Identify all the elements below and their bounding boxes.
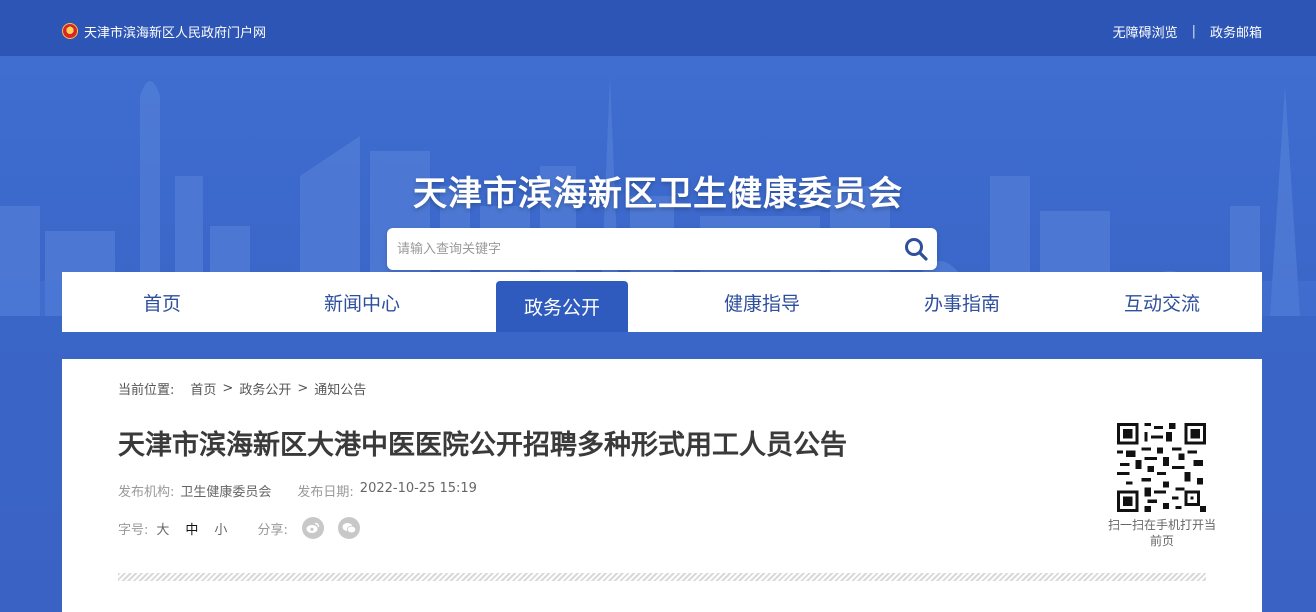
nav-services[interactable]: 办事指南 (862, 272, 1062, 332)
breadcrumb-label: 当前位置: (118, 383, 175, 398)
font-size-label: 字号: (118, 522, 149, 538)
date-value: 2022-10-25 15:19 (359, 481, 477, 496)
breadcrumb: 当前位置: 首页 > 政务公开 > 通知公告 (118, 379, 366, 398)
share-label: 分享: (257, 522, 288, 538)
breadcrumb-notices[interactable]: 通知公告 (314, 379, 366, 398)
breadcrumb-home[interactable]: 首页 (190, 379, 216, 398)
publisher-label: 发布机构: (118, 485, 175, 500)
site-home-link[interactable]: 天津市滨海新区人民政府门户网 (62, 22, 267, 41)
article-meta: 发布机构: 卫生健康委员会 发布日期: 2022-10-25 15:19 (118, 481, 497, 500)
article-title: 天津市滨海新区大港中医医院公开招聘多种形式用工人员公告 (118, 430, 847, 461)
divider (118, 573, 1206, 581)
accessibility-link[interactable]: 无障碍浏览 (1113, 22, 1178, 41)
gov-mailbox-link[interactable]: 政务邮箱 (1210, 22, 1262, 41)
font-size-medium[interactable]: 中 (185, 519, 198, 538)
nav-interaction[interactable]: 互动交流 (1062, 272, 1262, 332)
breadcrumb-separator: > (222, 381, 234, 396)
article-card: 当前位置: 首页 > 政务公开 > 通知公告 天津市滨海新区大港中医医院公开招聘… (62, 359, 1262, 612)
nav-health-guide[interactable]: 健康指导 (662, 272, 862, 332)
site-title: 天津市滨海新区卫生健康委员会 (413, 174, 903, 214)
qr-caption: 扫一扫在手机打开当前页 (1107, 518, 1216, 548)
top-bar: 天津市滨海新区人民政府门户网 无障碍浏览 | 政务邮箱 (0, 0, 1316, 56)
nav-home[interactable]: 首页 (62, 272, 262, 332)
main-nav: 首页 新闻中心 政务公开 健康指导 办事指南 互动交流 (62, 272, 1262, 332)
font-size-small[interactable]: 小 (214, 519, 227, 538)
qr-code-image (1117, 423, 1206, 512)
link-separator: | (1191, 24, 1196, 39)
top-links: 无障碍浏览 | 政务邮箱 (1113, 22, 1262, 41)
publisher-value: 卫生健康委员会 (180, 485, 272, 500)
breadcrumb-gov-affairs[interactable]: 政务公开 (239, 379, 291, 398)
article-tools: 字号: 大 中 小 分享: (118, 517, 374, 539)
weibo-icon[interactable] (301, 517, 324, 539)
national-emblem-icon (62, 23, 78, 39)
search-box (387, 228, 937, 270)
font-size-large[interactable]: 大 (156, 519, 169, 538)
site-name: 天津市滨海新区人民政府门户网 (84, 25, 267, 41)
wechat-icon[interactable] (337, 517, 360, 539)
search-input[interactable] (397, 238, 887, 260)
breadcrumb-separator: > (297, 381, 309, 396)
nav-news[interactable]: 新闻中心 (262, 272, 462, 332)
date-label: 发布日期: (297, 485, 354, 500)
nav-gov-affairs[interactable]: 政务公开 (496, 281, 628, 332)
search-icon[interactable] (903, 236, 929, 262)
